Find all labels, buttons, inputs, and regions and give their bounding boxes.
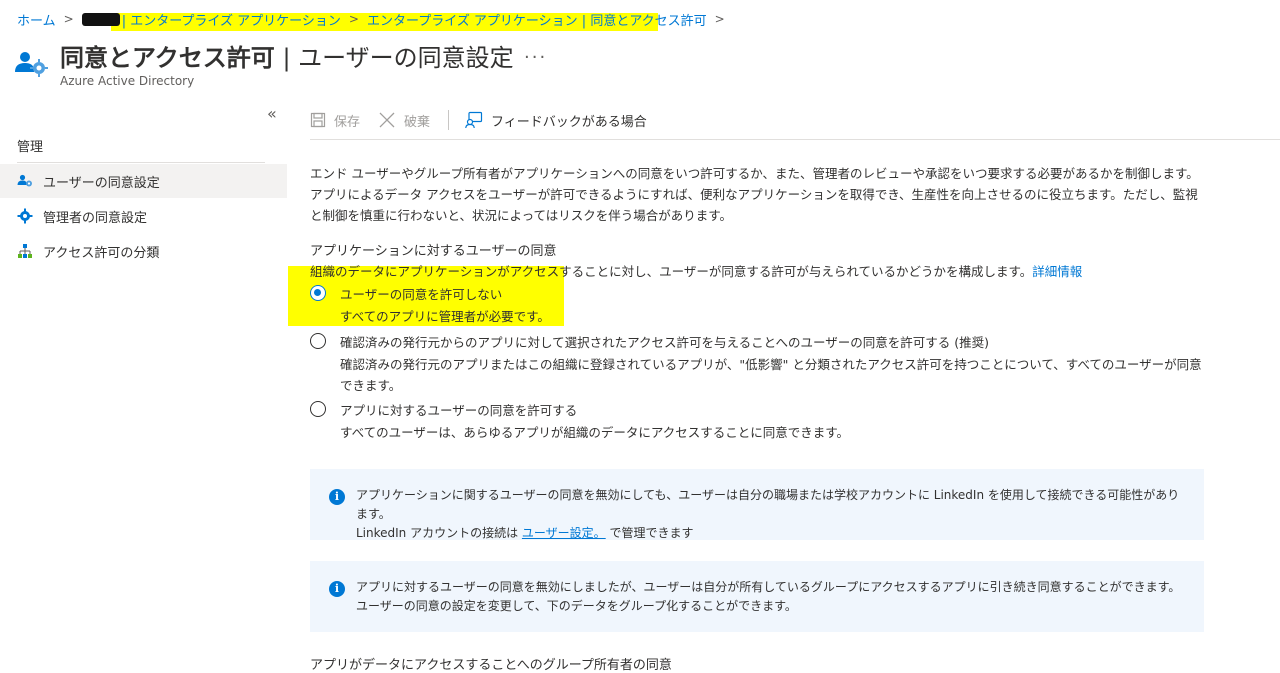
sidebar-item-label: アクセス許可の分類 [43,245,160,261]
group-owner-consent-heading: アプリがデータにアクセスすることへのグループ所有者の同意 [310,658,672,673]
sidebar-item-user-consent[interactable]: ユーザーの同意設定 [0,164,287,198]
save-label: 保存 [334,114,361,130]
page-subtitle: Azure Active Directory [60,74,195,88]
info-text: LinkedIn アカウントの接続は [356,526,522,540]
collapse-sidebar-button[interactable]: « [267,104,277,123]
user-settings-link[interactable]: ユーザー設定。 [522,526,606,540]
breadcrumb-consent-permissions[interactable]: エンタープライズ アプリケーション | 同意とアクセス許可 [367,10,707,29]
feedback-icon [465,111,483,129]
discard-button[interactable]: 破棄 [378,111,430,130]
page-description: エンド ユーザーやグループ所有者がアプリケーションへの同意をいつ許可するか、また… [310,166,1199,223]
chevron-right-icon: > [714,12,725,26]
sidebar-item-label: ユーザーの同意設定 [43,175,160,191]
info-icon: i [329,489,345,505]
info-icon: i [329,581,345,597]
radio-option-label: ユーザーの同意を許可しない [340,287,503,302]
breadcrumb: ホーム > | エンタープライズ アプリケーション > エンタープライズ アプリ… [17,8,733,30]
info-box-linkedin: i アプリケーションに関するユーザーの同意を無効にしても、ユーザーは自分の職場ま… [310,469,1204,540]
page-title: 同意とアクセス許可 | ユーザーの同意設定 [60,38,514,73]
breadcrumb-home[interactable]: ホーム [17,10,56,29]
page-title-main: 同意とアクセス許可 [60,44,275,72]
radio-option-label: アプリに対するユーザーの同意を許可する [340,403,578,418]
radio-button[interactable] [310,333,326,349]
user-settings-icon [17,173,33,189]
close-icon [378,111,396,129]
more-options-button[interactable]: ... [524,42,547,63]
sidebar-heading: 管理 [17,140,44,155]
learn-more-link[interactable]: 詳細情報 [1032,264,1082,279]
save-icon [310,112,326,128]
redacted-tenant-name [81,12,120,26]
radio-option-description: すべてのユーザーは、あらゆるアプリが組織のデータにアクセスすることに同意できます… [340,425,850,440]
chevron-right-icon: > [63,12,74,26]
user-gear-icon [15,52,48,77]
section-description-text: 組織のデータにアプリケーションがアクセスすることに対し、ユーザーが同意する許可が… [310,264,1033,279]
feedback-button[interactable]: フィードバックがある場合 [465,111,647,130]
radio-option-label: 確認済みの発行元からのアプリに対して選択されたアクセス許可を与えることへのユーザ… [340,335,989,350]
breadcrumb-enterprise-apps[interactable]: | エンタープライズ アプリケーション [122,10,341,29]
command-bar-divider [310,139,1280,140]
sidebar-divider [17,162,265,163]
radio-button[interactable] [310,401,326,417]
section-heading: アプリケーションに対するユーザーの同意 [310,244,557,259]
radio-button-checked[interactable] [310,285,326,301]
radio-option-description: すべてのアプリに管理者が必要です。 [340,309,550,324]
sidebar-item-admin-consent[interactable]: 管理者の同意設定 [0,199,287,233]
section-description: 組織のデータにアプリケーションがアクセスすることに対し、ユーザーが同意する許可が… [310,261,1082,280]
page-title-sub: | ユーザーの同意設定 [274,44,514,72]
discard-label: 破棄 [404,114,431,130]
feedback-label: フィードバックがある場合 [491,114,647,130]
sidebar-item-permission-classification[interactable]: アクセス許可の分類 [0,234,287,268]
info-box-text-line1: アプリケーションに関するユーザーの同意を無効にしても、ユーザーは自分の職場または… [356,488,1180,521]
info-text: で管理できます [605,526,694,540]
command-bar: 保存 破棄 フィードバックがある場合 [310,108,665,132]
chevron-right-icon: > [348,12,359,26]
radio-option-description: 確認済みの発行元のアプリまたはこの組織に登録されているアプリが、"低影響" と分… [340,357,1202,393]
info-box-text: アプリに対するユーザーの同意を無効にしましたが、ユーザーは自分が所有しているグル… [356,580,1181,613]
hierarchy-icon [17,243,33,259]
gear-icon [17,208,33,224]
sidebar-item-label: 管理者の同意設定 [43,210,148,226]
info-box-group-owner: i アプリに対するユーザーの同意を無効にしましたが、ユーザーは自分が所有している… [310,561,1204,632]
info-box-text-line2: LinkedIn アカウントの接続は ユーザー設定。 で管理できます [356,524,1184,543]
save-button[interactable]: 保存 [310,111,360,130]
toolbar-divider [448,110,450,130]
